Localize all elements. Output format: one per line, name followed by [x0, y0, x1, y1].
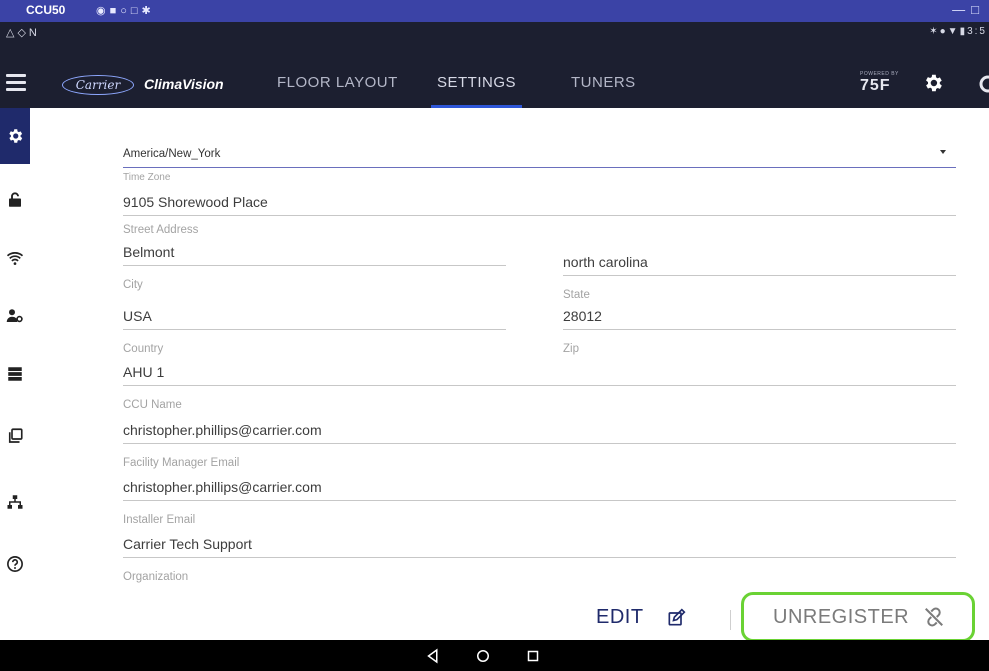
tab-settings[interactable]: SETTINGS: [430, 74, 523, 108]
edit-button[interactable]: EDIT: [596, 606, 686, 629]
country-field[interactable]: USA Country: [123, 306, 506, 355]
country-underline: [123, 329, 506, 330]
installer-email-underline: [123, 500, 956, 501]
sidebar-item-wifi[interactable]: [0, 230, 30, 286]
zip-label: Zip: [563, 343, 579, 355]
sidebar-item-help[interactable]: [0, 536, 30, 592]
logout-icon[interactable]: [978, 74, 989, 94]
zip-value: 28012: [563, 308, 602, 324]
sidebar-item-system[interactable]: [0, 346, 30, 402]
facility-manager-email-label: Facility Manager Email: [123, 457, 240, 469]
organization-field[interactable]: Carrier Tech Support Organization: [123, 534, 956, 583]
user-settings-icon: [6, 309, 23, 323]
unregister-button[interactable]: UNREGISTER: [741, 592, 975, 642]
city-label: City: [123, 279, 143, 291]
75f-logo-text: 75F: [860, 77, 891, 94]
back-nav-icon[interactable]: [424, 647, 442, 665]
unlink-icon: [925, 607, 944, 627]
street-address-value: 9105 Shorewood Place: [123, 194, 268, 210]
recents-nav-icon[interactable]: [524, 647, 542, 665]
city-field[interactable]: Belmont City: [123, 242, 506, 291]
country-value: USA: [123, 308, 152, 324]
street-address-underline: [123, 215, 956, 216]
unlock-icon: [9, 192, 21, 207]
street-address-field[interactable]: 9105 Shorewood Place Street Address: [123, 192, 956, 236]
city-underline: [123, 265, 506, 266]
ccu-name-field[interactable]: AHU 1 CCU Name: [123, 362, 956, 411]
android-nav-bar: [0, 640, 989, 671]
settings-gear-icon[interactable]: [922, 72, 944, 94]
dropdown-caret-icon: [940, 150, 946, 154]
copy-icon: [8, 428, 23, 443]
street-address-label: Street Address: [123, 224, 199, 236]
gear-icon: [9, 129, 23, 143]
ccu-name-label: CCU Name: [123, 399, 182, 411]
timezone-select[interactable]: America/New_York Time Zone: [123, 144, 956, 183]
settings-content: America/New_York Time Zone 9105 Shorewoo…: [30, 108, 989, 642]
server-icon: [8, 367, 22, 381]
timezone-label: Time Zone: [123, 172, 171, 183]
zip-field[interactable]: 28012 Zip: [563, 306, 956, 355]
hamburger-menu-icon[interactable]: [6, 74, 26, 94]
state-field[interactable]: north carolina State: [563, 252, 956, 301]
installer-email-label: Installer Email: [123, 514, 196, 526]
ccu-name-value: AHU 1: [123, 364, 165, 380]
sidebar-item-general[interactable]: [0, 108, 30, 164]
installer-email-value: christopher.phillips@carrier.com: [123, 479, 322, 495]
window-controls[interactable]: —□: [952, 2, 985, 17]
window-title-bar: CCU50 ◉■○□✱ —□: [0, 0, 989, 22]
sidebar-item-security[interactable]: [0, 172, 30, 228]
tab-floor-layout[interactable]: FLOOR LAYOUT: [277, 74, 398, 91]
sidebar-item-network[interactable]: [0, 474, 30, 530]
state-value: north carolina: [563, 254, 648, 270]
facility-manager-email-value: christopher.phillips@carrier.com: [123, 422, 322, 438]
titlebar-tool-icons: ◉■○□✱: [96, 5, 155, 17]
powered-by-75f-logo: POWERED BY 75F: [860, 71, 899, 95]
carrier-logo: Carrier: [62, 75, 134, 95]
help-icon: [7, 556, 23, 572]
country-label: Country: [123, 343, 164, 355]
app-bar: Carrier ClimaVision FLOOR LAYOUT SETTING…: [0, 60, 989, 108]
organization-underline: [123, 557, 956, 558]
edit-button-label: EDIT: [596, 606, 644, 628]
network-icon: [7, 495, 23, 509]
organization-label: Organization: [123, 571, 189, 583]
zip-underline: [563, 329, 956, 330]
city-value: Belmont: [123, 244, 175, 260]
installer-email-field[interactable]: christopher.phillips@carrier.com Install…: [123, 477, 956, 526]
wifi-icon: [6, 252, 24, 265]
window-title: CCU50: [26, 3, 66, 17]
status-left-icons: △◇N: [6, 27, 40, 39]
facility-manager-email-field[interactable]: christopher.phillips@carrier.com Facilit…: [123, 420, 956, 469]
status-bar: △◇N ✶●▼▮3:5: [0, 22, 989, 60]
action-separator: [730, 610, 731, 630]
app-brand-name: ClimaVision: [144, 76, 224, 92]
timezone-value: America/New_York: [123, 148, 221, 160]
status-right-icons: ✶●▼▮3:5: [929, 26, 987, 37]
sidebar-item-copy[interactable]: [0, 408, 30, 464]
state-label: State: [563, 289, 590, 301]
tab-tuners[interactable]: TUNERS: [571, 74, 636, 91]
home-nav-icon[interactable]: [474, 647, 492, 665]
sidebar-item-users[interactable]: [0, 288, 30, 344]
unregister-button-label: UNREGISTER: [773, 605, 910, 628]
ccu-name-underline: [123, 385, 956, 386]
edit-icon: [668, 607, 686, 625]
organization-value: Carrier Tech Support: [123, 536, 252, 552]
state-underline: [563, 275, 956, 276]
facility-manager-email-underline: [123, 443, 956, 444]
timezone-underline: [123, 167, 956, 168]
